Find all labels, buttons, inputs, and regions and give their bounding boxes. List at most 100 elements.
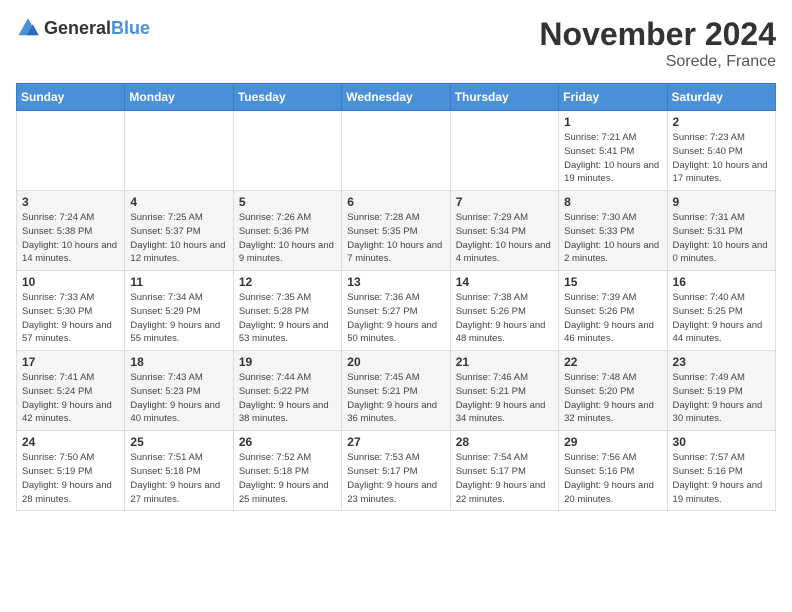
day-info: Sunrise: 7:36 AM Sunset: 5:27 PM Dayligh… [347,291,444,346]
day-number: 9 [673,195,770,209]
calendar-table: SundayMondayTuesdayWednesdayThursdayFrid… [16,83,776,511]
calendar-cell: 14Sunrise: 7:38 AM Sunset: 5:26 PM Dayli… [450,271,558,351]
day-info: Sunrise: 7:53 AM Sunset: 5:17 PM Dayligh… [347,451,444,506]
calendar-cell: 1Sunrise: 7:21 AM Sunset: 5:41 PM Daylig… [559,111,667,191]
calendar-cell: 16 Sunrise: 7:40 AM Sunset: 5:25 PM Dayli… [667,271,775,351]
day-number: 12 [239,275,336,289]
day-info: Sunrise: 7:38 AM Sunset: 5:26 PM Dayligh… [456,291,553,346]
calendar-cell: 10 Sunrise: 7:33 AM Sunset: 5:30 PM Dayli… [17,271,125,351]
day-info: Sunrise: 7:56 AM Sunset: 5:16 PM Dayligh… [564,451,661,506]
day-info: Sunrise: 7:28 AM Sunset: 5:35 PM Dayligh… [347,211,444,266]
day-number: 17 [22,355,119,369]
page-title: November 2024 [539,16,776,53]
day-number: 11 [130,275,227,289]
calendar-cell: 3 Sunrise: 7:24 AM Sunset: 5:38 PM Daylig… [17,191,125,271]
calendar-cell [450,111,558,191]
calendar-week-row: 1Sunrise: 7:21 AM Sunset: 5:41 PM Daylig… [17,111,776,191]
day-number: 10 [22,275,119,289]
day-info: Sunrise: 7:34 AM Sunset: 5:29 PM Dayligh… [130,291,227,346]
calendar-cell: 30 Sunrise: 7:57 AM Sunset: 5:16 PM Dayli… [667,431,775,511]
calendar-cell: 5 Sunrise: 7:26 AM Sunset: 5:36 PM Daylig… [233,191,341,271]
calendar-cell: 15 Sunrise: 7:39 AM Sunset: 5:26 PM Dayli… [559,271,667,351]
calendar-cell: 23 Sunrise: 7:49 AM Sunset: 5:19 PM Dayli… [667,351,775,431]
day-info: Sunrise: 7:39 AM Sunset: 5:26 PM Dayligh… [564,291,661,346]
day-number: 15 [564,275,661,289]
day-info: Sunrise: 7:54 AM Sunset: 5:17 PM Dayligh… [456,451,553,506]
calendar-cell: 21 Sunrise: 7:46 AM Sunset: 5:21 PM Dayli… [450,351,558,431]
day-info: Sunrise: 7:51 AM Sunset: 5:18 PM Dayligh… [130,451,227,506]
calendar-header-row: SundayMondayTuesdayWednesdayThursdayFrid… [17,84,776,111]
day-info: Sunrise: 7:31 AM Sunset: 5:31 PM Dayligh… [673,211,770,266]
day-number: 25 [130,435,227,449]
day-info: Sunrise: 7:24 AM Sunset: 5:38 PM Dayligh… [22,211,119,266]
calendar-cell: 19 Sunrise: 7:44 AM Sunset: 5:22 PM Dayli… [233,351,341,431]
day-info: Sunrise: 7:23 AM Sunset: 5:40 PM Dayligh… [673,131,770,186]
day-info: Sunrise: 7:45 AM Sunset: 5:21 PM Dayligh… [347,371,444,426]
title-block: November 2024 Sorede, France [539,16,776,71]
calendar-cell: 2 Sunrise: 7:23 AM Sunset: 5:40 PM Daylig… [667,111,775,191]
day-number: 24 [22,435,119,449]
day-number: 1 [564,115,661,129]
day-info: Sunrise: 7:44 AM Sunset: 5:22 PM Dayligh… [239,371,336,426]
day-number: 3 [22,195,119,209]
calendar-cell [17,111,125,191]
day-number: 21 [456,355,553,369]
logo: GeneralBlue [16,16,150,40]
calendar-cell: 29 Sunrise: 7:56 AM Sunset: 5:16 PM Dayli… [559,431,667,511]
calendar-cell [233,111,341,191]
page-subtitle: Sorede, France [539,53,776,71]
calendar-cell: 17 Sunrise: 7:41 AM Sunset: 5:24 PM Dayli… [17,351,125,431]
day-number: 18 [130,355,227,369]
calendar-week-row: 3 Sunrise: 7:24 AM Sunset: 5:38 PM Daylig… [17,191,776,271]
page-header: GeneralBlue November 2024 Sorede, France [16,16,776,71]
day-info: Sunrise: 7:25 AM Sunset: 5:37 PM Dayligh… [130,211,227,266]
day-number: 5 [239,195,336,209]
calendar-day-header: Sunday [17,84,125,111]
day-number: 6 [347,195,444,209]
logo-icon [16,16,40,40]
calendar-cell: 22 Sunrise: 7:48 AM Sunset: 5:20 PM Dayli… [559,351,667,431]
day-number: 26 [239,435,336,449]
day-number: 30 [673,435,770,449]
day-number: 19 [239,355,336,369]
logo-general: General [44,18,111,38]
day-info: Sunrise: 7:26 AM Sunset: 5:36 PM Dayligh… [239,211,336,266]
day-info: Sunrise: 7:29 AM Sunset: 5:34 PM Dayligh… [456,211,553,266]
day-number: 20 [347,355,444,369]
day-number: 13 [347,275,444,289]
day-info: Sunrise: 7:57 AM Sunset: 5:16 PM Dayligh… [673,451,770,506]
calendar-cell: 8Sunrise: 7:30 AM Sunset: 5:33 PM Daylig… [559,191,667,271]
calendar-cell: 24Sunrise: 7:50 AM Sunset: 5:19 PM Dayli… [17,431,125,511]
day-info: Sunrise: 7:40 AM Sunset: 5:25 PM Dayligh… [673,291,770,346]
calendar-cell: 13 Sunrise: 7:36 AM Sunset: 5:27 PM Dayli… [342,271,450,351]
day-number: 29 [564,435,661,449]
calendar-cell: 9 Sunrise: 7:31 AM Sunset: 5:31 PM Daylig… [667,191,775,271]
day-number: 4 [130,195,227,209]
logo-blue: Blue [111,18,150,38]
day-info: Sunrise: 7:48 AM Sunset: 5:20 PM Dayligh… [564,371,661,426]
day-number: 22 [564,355,661,369]
calendar-cell: 27Sunrise: 7:53 AM Sunset: 5:17 PM Dayli… [342,431,450,511]
calendar-day-header: Wednesday [342,84,450,111]
calendar-cell: 20 Sunrise: 7:45 AM Sunset: 5:21 PM Dayli… [342,351,450,431]
day-info: Sunrise: 7:49 AM Sunset: 5:19 PM Dayligh… [673,371,770,426]
calendar-day-header: Friday [559,84,667,111]
calendar-cell [342,111,450,191]
day-number: 2 [673,115,770,129]
day-info: Sunrise: 7:30 AM Sunset: 5:33 PM Dayligh… [564,211,661,266]
day-number: 23 [673,355,770,369]
calendar-day-header: Monday [125,84,233,111]
calendar-day-header: Saturday [667,84,775,111]
day-info: Sunrise: 7:33 AM Sunset: 5:30 PM Dayligh… [22,291,119,346]
day-number: 7 [456,195,553,209]
calendar-week-row: 10 Sunrise: 7:33 AM Sunset: 5:30 PM Dayli… [17,271,776,351]
calendar-cell: 28Sunrise: 7:54 AM Sunset: 5:17 PM Dayli… [450,431,558,511]
day-number: 16 [673,275,770,289]
calendar-cell: 12Sunrise: 7:35 AM Sunset: 5:28 PM Dayli… [233,271,341,351]
calendar-cell: 11 Sunrise: 7:34 AM Sunset: 5:29 PM Dayli… [125,271,233,351]
calendar-cell: 25 Sunrise: 7:51 AM Sunset: 5:18 PM Dayli… [125,431,233,511]
day-info: Sunrise: 7:41 AM Sunset: 5:24 PM Dayligh… [22,371,119,426]
day-info: Sunrise: 7:46 AM Sunset: 5:21 PM Dayligh… [456,371,553,426]
day-info: Sunrise: 7:52 AM Sunset: 5:18 PM Dayligh… [239,451,336,506]
calendar-cell: 26 Sunrise: 7:52 AM Sunset: 5:18 PM Dayli… [233,431,341,511]
